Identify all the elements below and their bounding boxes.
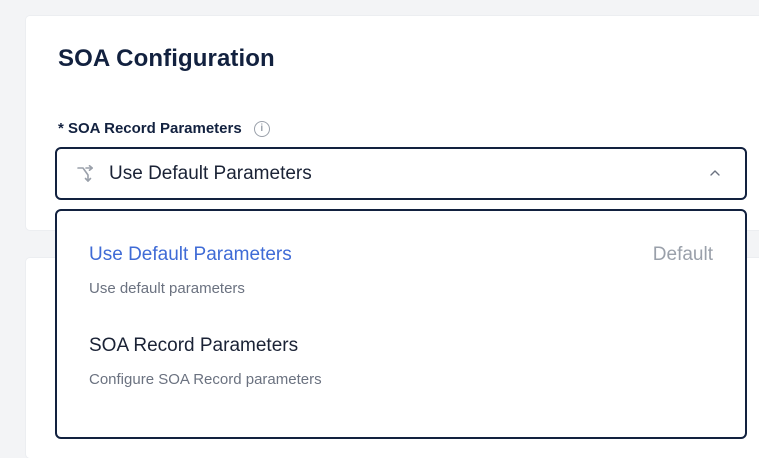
option-description: Configure SOA Record parameters [89,371,322,388]
option-label: SOA Record Parameters [89,335,299,356]
default-badge: Default [652,244,713,265]
option-label: Use Default Parameters [89,244,292,265]
soa-parameters-dropdown: Use Default Parameters Default Use defau… [55,209,747,439]
soa-parameters-select[interactable]: Use Default Parameters [55,147,747,200]
field-label-text: * SOA Record Parameters [58,120,242,137]
info-icon[interactable]: i [253,120,270,137]
chevron-up-icon[interactable] [709,166,721,178]
option-soa-record-parameters[interactable]: SOA Record Parameters Configure SOA Reco… [89,335,713,388]
select-value: Use Default Parameters [109,162,312,184]
option-use-default-parameters[interactable]: Use Default Parameters Default Use defau… [89,244,713,297]
soa-record-parameters-label: * SOA Record Parameters i [58,120,270,137]
section-title: SOA Configuration [58,45,275,72]
option-description: Use default parameters [89,280,245,297]
merge-arrows-icon [75,163,97,185]
